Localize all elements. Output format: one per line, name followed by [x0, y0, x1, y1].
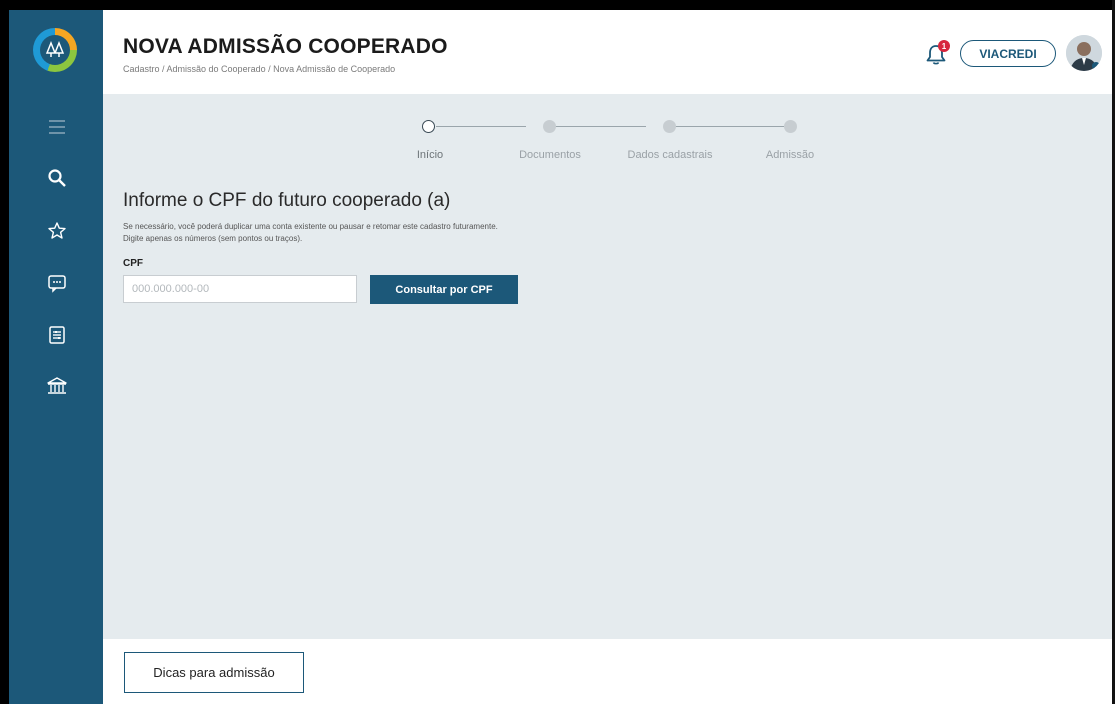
step-connector [674, 126, 784, 127]
menu-icon[interactable] [46, 116, 68, 138]
chat-icon[interactable] [46, 272, 68, 294]
step-connector [436, 126, 526, 127]
cpf-label: CPF [123, 258, 143, 269]
app-window: NOVA ADMISSÃO COOPERADO Cadastro / Admis… [0, 0, 1115, 704]
tree-logo-icon [45, 40, 65, 57]
bank-icon[interactable] [46, 375, 68, 397]
avatar[interactable] [1066, 35, 1102, 71]
step-label-inicio: Início [416, 149, 444, 161]
window-left-border [0, 0, 9, 704]
stepper: Início Documentos Dados cadastrais Admis… [408, 116, 814, 166]
step-connector [554, 126, 646, 127]
step-dot-documentos [543, 120, 556, 133]
window-top-border [0, 0, 1115, 10]
step-dot-inicio [422, 120, 435, 133]
page-title: NOVA ADMISSÃO COOPERADO [123, 35, 448, 58]
help-text: Se necessário, você poderá duplicar uma … [123, 222, 498, 231]
consult-cpf-button[interactable]: Consultar por CPF [370, 275, 518, 304]
form-title: Informe o CPF do futuro cooperado (a) [123, 190, 451, 211]
breadcrumb: Cadastro / Admissão do Cooperado / Nova … [123, 64, 396, 74]
step-label-documentos: Documentos [519, 149, 581, 161]
step-label-dados-cadastrais: Dados cadastrais [627, 149, 713, 161]
sidebar [9, 10, 103, 704]
top-header: NOVA ADMISSÃO COOPERADO Cadastro / Admis… [103, 10, 1112, 94]
cooperative-selector[interactable]: VIACREDI [960, 40, 1056, 67]
forms-icon[interactable] [46, 324, 68, 346]
app-logo[interactable] [33, 28, 77, 72]
footer-bar: Dicas para admissão [103, 639, 1112, 704]
notification-badge: 1 [938, 40, 950, 52]
main-content: Início Documentos Dados cadastrais Admis… [103, 94, 1112, 639]
admission-tips-button[interactable]: Dicas para admissão [124, 652, 304, 693]
search-icon[interactable] [46, 167, 68, 189]
user-avatar-icon [1066, 35, 1102, 71]
step-dot-dados-cadastrais [663, 120, 676, 133]
star-icon[interactable] [46, 220, 68, 242]
step-dot-admissao [784, 120, 797, 133]
logo-inner [40, 35, 70, 65]
step-label-admissao: Admissão [765, 149, 815, 161]
help-text-format: Digite apenas os números (sem pontos ou … [123, 234, 303, 243]
cpf-input[interactable] [123, 275, 357, 303]
